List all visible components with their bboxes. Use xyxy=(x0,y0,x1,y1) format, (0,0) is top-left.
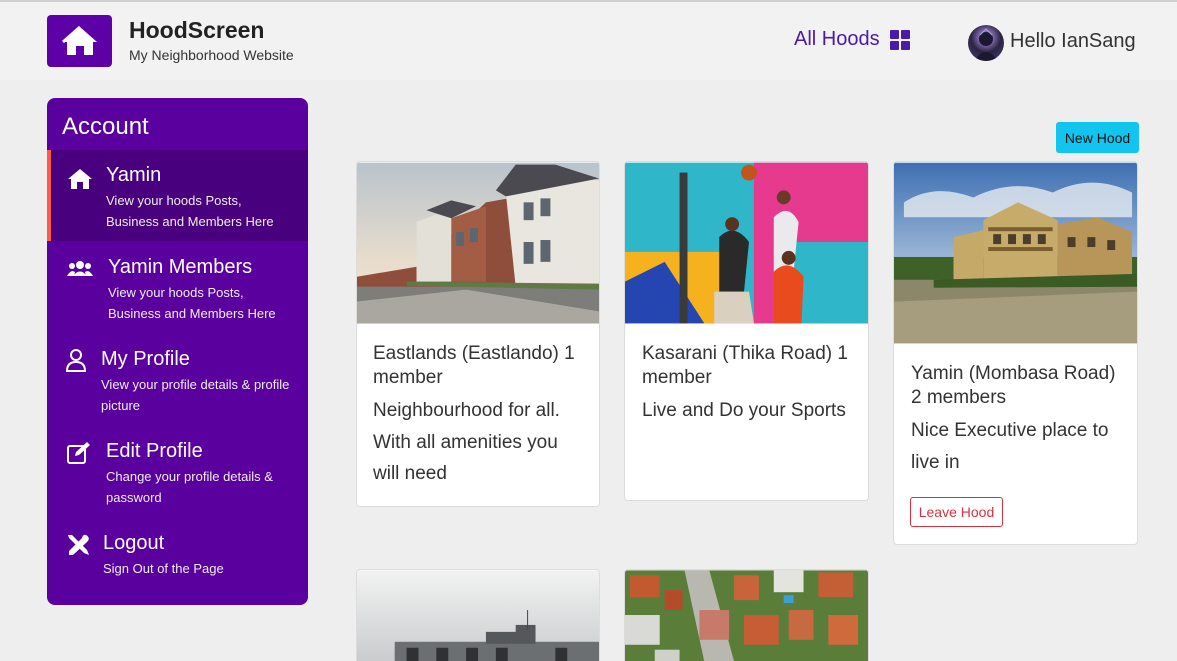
hood-card-description: Neighbourhood for all. With all amenitie… xyxy=(373,400,560,484)
logo[interactable] xyxy=(47,15,112,67)
sidebar-item-members[interactable]: Yamin Members View your hoods Posts, Bus… xyxy=(47,248,308,328)
home-icon xyxy=(68,169,92,189)
sidebar-item-label: Yamin xyxy=(106,164,162,186)
sidebar-item-yamin[interactable]: Yamin View your hoods Posts, Business an… xyxy=(47,150,308,241)
sidebar-title: Account xyxy=(62,113,149,140)
apartment-building-photo xyxy=(357,570,599,661)
sidebar-item-label: Edit Profile xyxy=(106,440,203,462)
hood-card-eastlands[interactable]: Eastlands (Eastlando) 1 member Neighbour… xyxy=(356,161,600,507)
all-hoods-label: All Hoods xyxy=(794,28,880,50)
account-sidebar: Account Yamin View your hoods Posts, Bus… xyxy=(47,98,308,605)
sidebar-item-label: Yamin Members xyxy=(108,256,253,278)
home-icon xyxy=(61,25,97,55)
hood-card-5[interactable] xyxy=(624,569,869,661)
leave-hood-button[interactable]: Leave Hood xyxy=(910,497,1003,527)
sidebar-item-desc: View your profile details & profile pict… xyxy=(101,377,290,413)
sidebar-item-edit-profile[interactable]: Edit Profile Change your profile details… xyxy=(47,432,308,512)
sidebar-item-desc: View your hoods Posts, Business and Memb… xyxy=(108,285,276,321)
sidebar-item-desc: Change your profile details & password xyxy=(106,469,273,505)
avatar-image xyxy=(974,28,998,61)
edit-icon xyxy=(67,442,90,464)
sidebar-item-desc: Sign Out of the Page xyxy=(103,561,224,576)
hood-card-4[interactable] xyxy=(356,569,600,661)
hood-card-title[interactable]: Kasarani (Thika Road) 1 member xyxy=(642,342,862,390)
all-hoods-link[interactable]: All Hoods xyxy=(794,28,910,51)
user-icon xyxy=(65,349,87,372)
tools-icon xyxy=(68,534,89,555)
avatar[interactable] xyxy=(968,25,1004,61)
basketball-players-photo xyxy=(625,162,868,324)
hood-card-title[interactable]: Eastlands (Eastlando) 1 member xyxy=(373,342,593,390)
new-hood-button[interactable]: New Hood xyxy=(1056,122,1139,153)
sidebar-item-label: My Profile xyxy=(101,348,190,370)
suburban-houses-photo xyxy=(357,162,599,324)
hood-card-kasarani[interactable]: Kasarani (Thika Road) 1 member Live and … xyxy=(624,161,869,501)
brand-name[interactable]: HoodScreen xyxy=(129,17,264,44)
brand-tagline: My Neighborhood Website xyxy=(129,47,294,63)
hood-card-description: Live and Do your Sports xyxy=(642,400,846,421)
executive-apartments-photo xyxy=(894,162,1137,344)
hood-card-yamin[interactable]: Yamin (Mombasa Road) 2 members Nice Exec… xyxy=(893,161,1138,545)
grid-icon xyxy=(889,29,910,50)
navbar: HoodScreen My Neighborhood Website All H… xyxy=(0,2,1177,80)
sidebar-item-my-profile[interactable]: My Profile View your profile details & p… xyxy=(47,340,308,420)
hood-card-title[interactable]: Yamin (Mombasa Road) 2 members xyxy=(911,362,1126,410)
sidebar-item-desc: View your hoods Posts, Business and Memb… xyxy=(106,193,274,229)
users-icon xyxy=(67,261,93,276)
sidebar-item-logout[interactable]: Logout Sign Out of the Page xyxy=(47,524,308,586)
hood-card-description: Nice Executive place to live in xyxy=(911,420,1109,473)
aerial-houses-photo xyxy=(625,570,868,661)
user-greeting[interactable]: Hello IanSang xyxy=(1010,30,1136,53)
sidebar-item-label: Logout xyxy=(103,532,165,554)
